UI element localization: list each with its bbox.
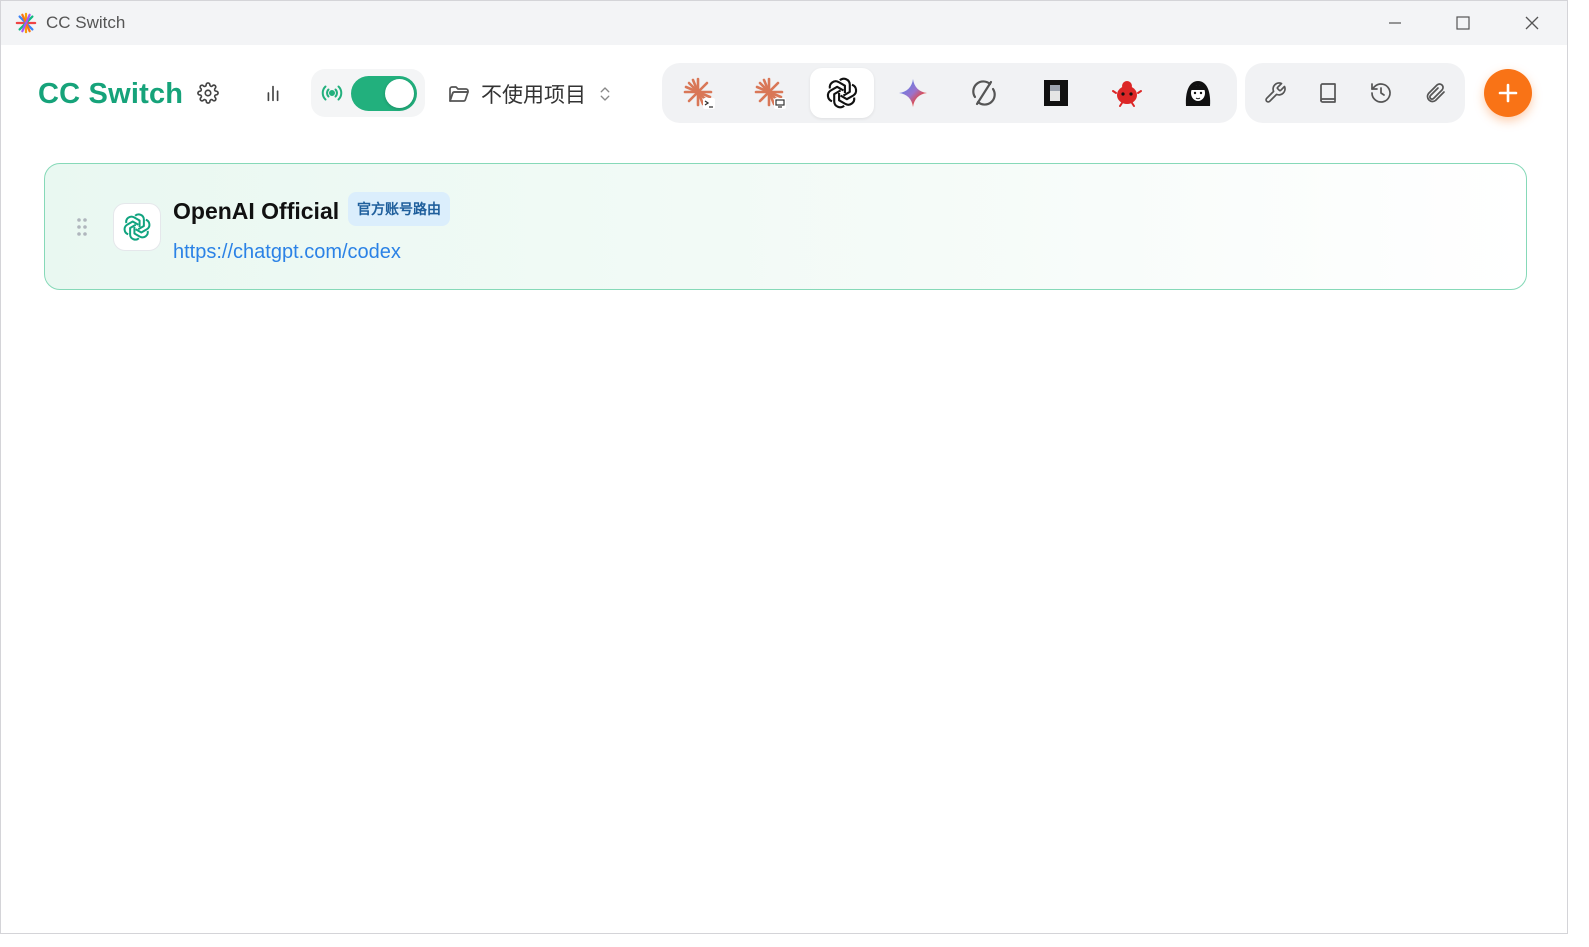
- close-button[interactable]: [1500, 1, 1564, 45]
- close-icon: [1525, 16, 1539, 30]
- provider-name: OpenAI Official: [173, 198, 340, 224]
- settings-button[interactable]: [188, 73, 228, 113]
- chevron-up-down-icon: [600, 87, 610, 101]
- book-icon: [1320, 83, 1336, 103]
- openai-icon: [826, 77, 858, 109]
- window-title: CC Switch: [46, 13, 126, 32]
- maximize-icon: [1456, 16, 1470, 30]
- project-label: 不使用项目: [481, 84, 586, 107]
- provider-badge: 官方账号路由: [348, 192, 450, 226]
- history-button[interactable]: [1361, 73, 1401, 113]
- docs-button[interactable]: [1308, 73, 1348, 113]
- provider-url-link[interactable]: https://chatgpt.com/codex: [173, 239, 401, 265]
- bar-chart-icon: [267, 85, 279, 102]
- tab-claude-code[interactable]: [667, 68, 731, 118]
- black-square-icon: [1044, 80, 1068, 106]
- tab-openai-codex[interactable]: [810, 68, 874, 118]
- wrench-icon: [1265, 82, 1286, 103]
- toggle-knob: [385, 79, 414, 108]
- claude-desktop-icon: [754, 77, 786, 109]
- tools-group: [1245, 63, 1465, 123]
- avatar-girl-icon: [1185, 81, 1211, 106]
- openai-icon: [123, 213, 151, 241]
- tab-app-7[interactable]: [1095, 68, 1159, 118]
- tab-opencode[interactable]: [952, 68, 1016, 118]
- history-icon: [1371, 83, 1391, 103]
- attachments-button[interactable]: [1415, 73, 1455, 113]
- paperclip-icon: [1426, 83, 1445, 103]
- provider-avatar: [113, 203, 161, 251]
- minimize-icon: [1389, 22, 1401, 24]
- claude-terminal-icon: [683, 77, 715, 109]
- tab-app-8[interactable]: [1166, 68, 1230, 118]
- tab-claude-desktop[interactable]: [738, 68, 802, 118]
- gear-icon: [197, 82, 219, 104]
- brand-title: CC Switch: [38, 78, 184, 110]
- tab-app-6[interactable]: [1024, 68, 1088, 118]
- project-selector[interactable]: 不使用项目: [447, 75, 614, 113]
- red-bug-icon: [1112, 81, 1142, 107]
- minimize-button[interactable]: [1363, 1, 1427, 45]
- circle-slash-icon: [972, 80, 996, 106]
- broadcast-icon: [321, 85, 343, 101]
- add-provider-button[interactable]: [1484, 69, 1532, 117]
- folder-icon: [449, 86, 469, 102]
- app-tabs: [662, 63, 1237, 123]
- usage-stats-button[interactable]: [253, 73, 293, 113]
- app-window: CC Switch CC Switch 不使用项目 OpenAI Officia…: [0, 0, 1568, 934]
- tab-gemini[interactable]: [881, 68, 945, 118]
- drag-handle-icon[interactable]: [75, 216, 89, 238]
- cc-switch-app-icon: [15, 12, 37, 34]
- title-bar: CC Switch: [1, 1, 1567, 45]
- plus-icon: [1498, 83, 1518, 103]
- gemini-icon: [899, 79, 927, 107]
- provider-card[interactable]: OpenAI Official 官方账号路由 https://chatgpt.c…: [44, 163, 1527, 290]
- tools-button[interactable]: [1255, 73, 1295, 113]
- maximize-button[interactable]: [1431, 1, 1495, 45]
- proxy-toggle[interactable]: [351, 76, 417, 111]
